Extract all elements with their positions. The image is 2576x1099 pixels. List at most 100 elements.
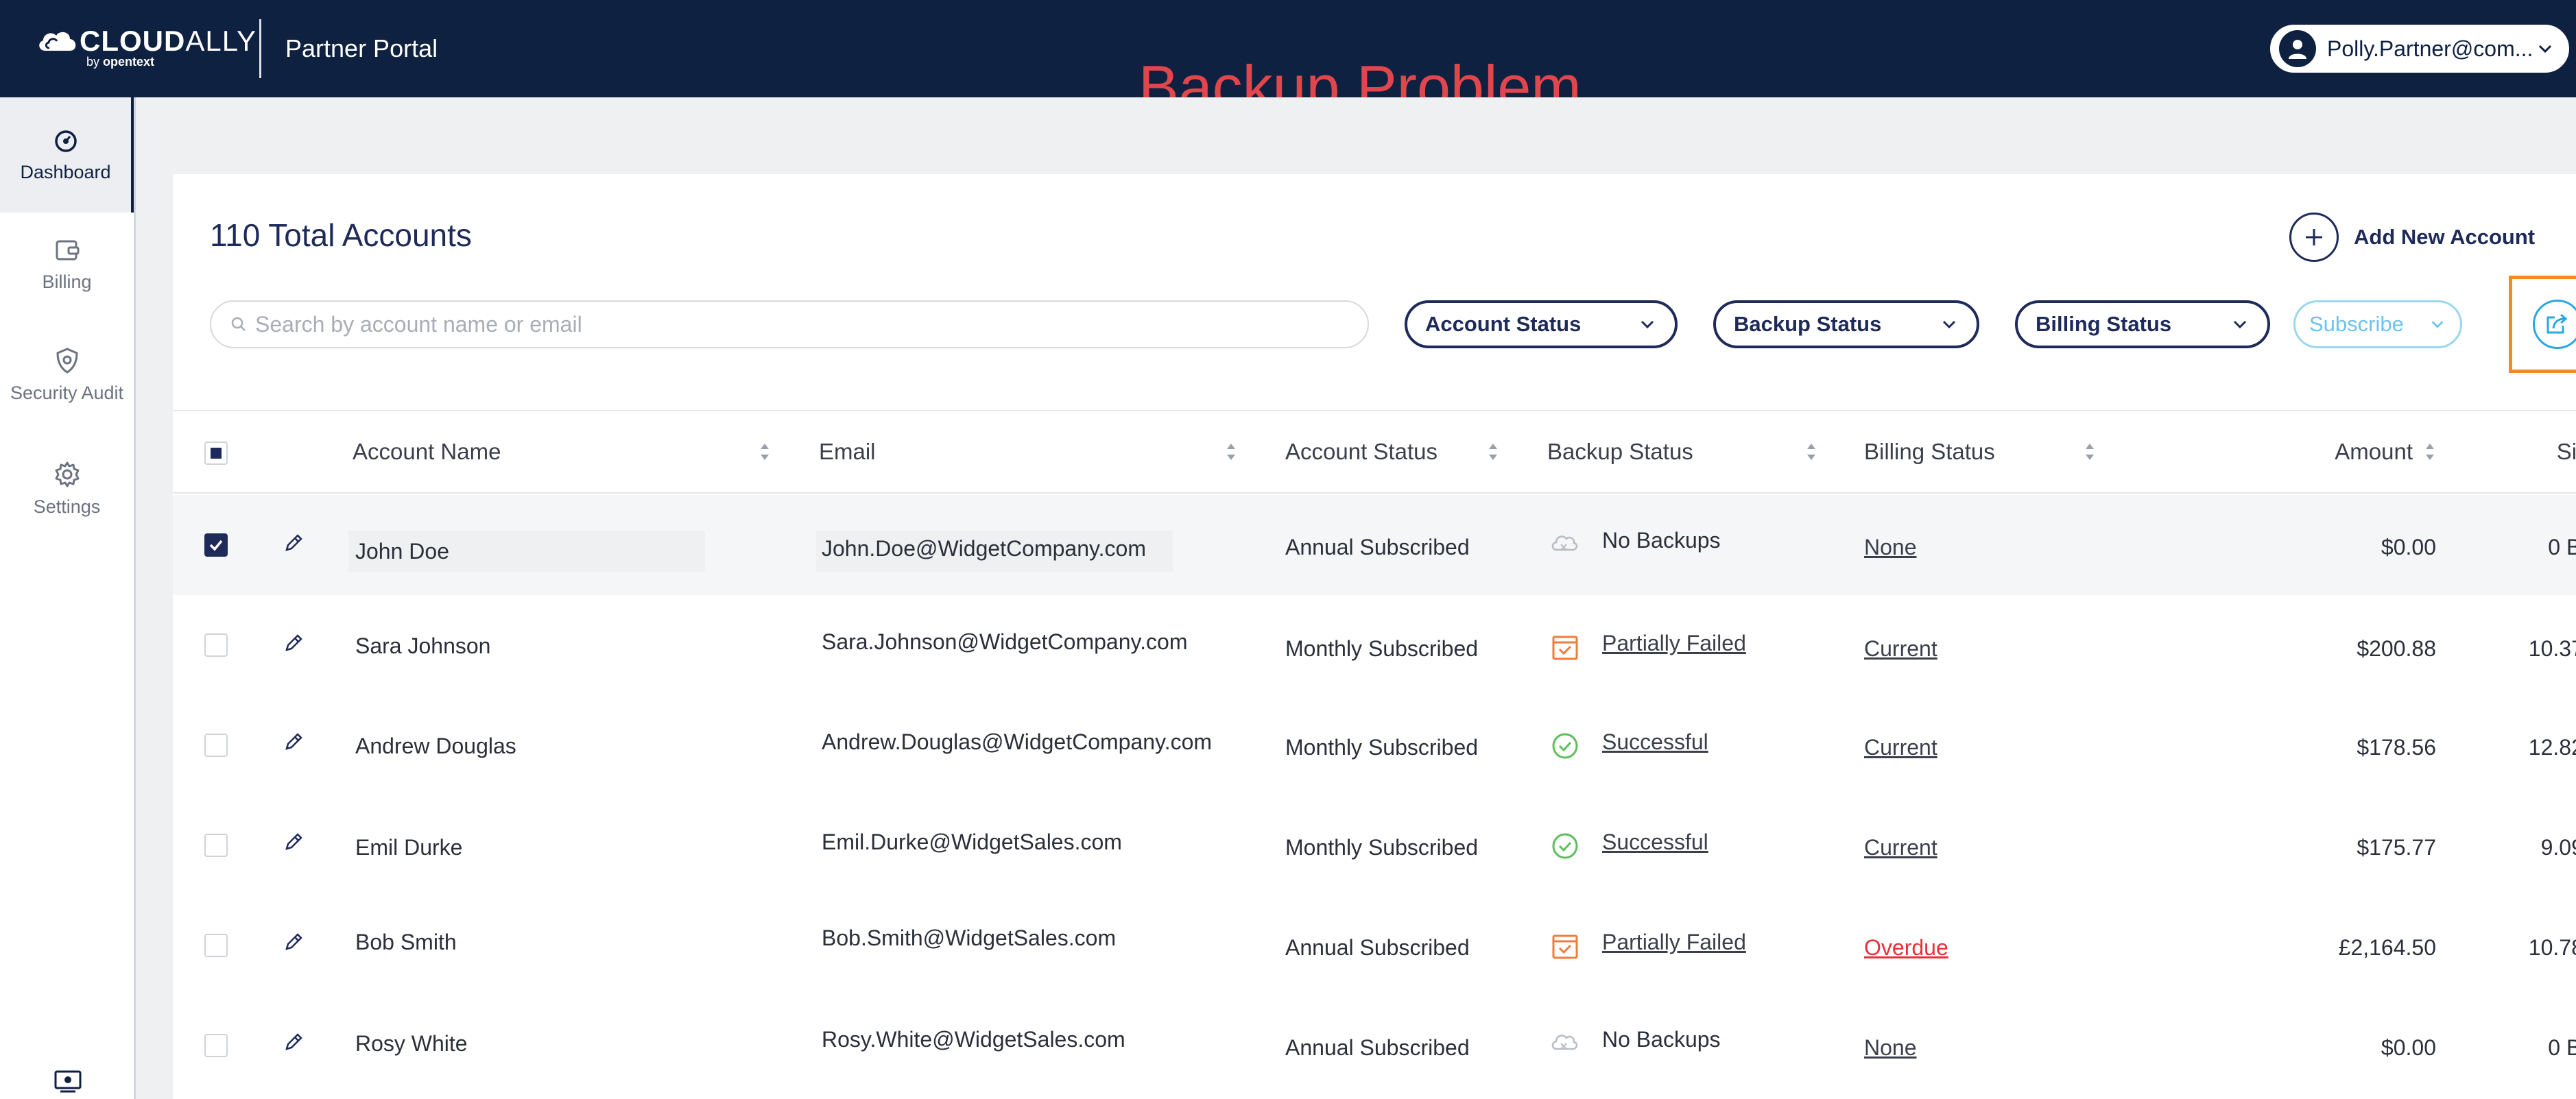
email-cell: Emil.Durke@WidgetSales.com xyxy=(822,830,1122,854)
size-cell: 9.09 GB xyxy=(2540,835,2576,860)
export-highlight xyxy=(2509,276,2576,373)
column-header-billing-status[interactable]: Billing Status xyxy=(1864,439,2096,465)
user-email: Polly.Partner@com... xyxy=(2327,36,2531,61)
amount-cell: $0.00 xyxy=(2381,1035,2436,1060)
column-header-amount[interactable]: Amount xyxy=(2230,439,2436,465)
email-cell: Rosy.White@WidgetSales.com xyxy=(822,1027,1125,1052)
account-name-cell: Rosy White xyxy=(355,1031,468,1056)
filter-label: Billing Status xyxy=(2036,312,2172,336)
table-row[interactable]: Emil Durke Emil.Durke@WidgetSales.com Mo… xyxy=(173,795,2576,895)
sidebar-item-settings[interactable]: Settings xyxy=(0,459,134,518)
account-name-cell: John Doe xyxy=(355,539,449,564)
table-row[interactable]: John Doe John.Doe@WidgetCompany.com Annu… xyxy=(173,495,2576,595)
column-header-account-name[interactable]: Account Name xyxy=(353,439,771,465)
account-status-cell: Monthly Subscribed xyxy=(1285,735,1479,760)
monitor-icon[interactable] xyxy=(53,1070,82,1093)
row-checkbox[interactable] xyxy=(204,834,228,857)
row-checkbox[interactable] xyxy=(204,633,228,657)
row-checkbox[interactable] xyxy=(204,934,228,957)
edit-pencil-icon[interactable] xyxy=(281,830,306,854)
sidebar-item-label: Billing xyxy=(42,271,92,292)
check-circle-icon xyxy=(1552,733,1578,759)
column-label: Account Status xyxy=(1285,439,1438,464)
sidebar-item-billing[interactable]: Billing xyxy=(0,234,134,293)
wallet-icon xyxy=(56,240,79,261)
column-header-size[interactable]: Size xyxy=(2416,439,2576,465)
column-label: Billing Status xyxy=(1864,439,1995,464)
edit-pencil-icon[interactable] xyxy=(281,1030,306,1054)
size-cell: 0 Bytes xyxy=(2548,1035,2576,1060)
table-row[interactable]: Andrew Douglas Andrew.Douglas@WidgetComp… xyxy=(173,695,2576,795)
chevron-down-icon xyxy=(2233,320,2247,329)
user-menu[interactable]: Polly.Partner@com... xyxy=(2270,25,2569,73)
gear-icon xyxy=(55,461,79,487)
edit-pencil-icon[interactable] xyxy=(281,930,306,954)
total-accounts: 110 Total Accounts xyxy=(210,217,472,253)
sidebar-item-dashboard[interactable]: Dashboard xyxy=(0,97,134,213)
search-input[interactable] xyxy=(255,311,1325,337)
cloudally-logo[interactable]: CLOUD ALLY by opentext xyxy=(36,25,257,69)
table-row[interactable]: Sara Johnson Sara.Johnson@WidgetCompany.… xyxy=(173,595,2576,695)
accounts-panel: 110 Total Accounts Add New Account Accou… xyxy=(173,174,2576,1099)
column-label: Amount xyxy=(2335,439,2413,464)
select-all-checkbox[interactable] xyxy=(204,442,228,465)
column-header-backup-status[interactable]: Backup Status xyxy=(1547,439,1817,465)
billing-status-filter[interactable]: Billing Status xyxy=(2015,300,2270,348)
column-label: Account Name xyxy=(353,439,501,464)
chevron-down-icon xyxy=(1641,320,1654,329)
billing-status-link[interactable]: Current xyxy=(1864,835,1937,860)
backup-status-filter[interactable]: Backup Status xyxy=(1713,300,1979,348)
backup-status-link[interactable]: Partially Failed xyxy=(1602,631,1746,656)
edit-pencil-icon[interactable] xyxy=(281,729,306,754)
page-heading: Backup Problem xyxy=(1138,56,1582,97)
cloud-logo-icon xyxy=(39,32,76,51)
export-button[interactable] xyxy=(2533,300,2576,349)
calendar-warning-icon xyxy=(1552,636,1578,660)
email-cell: John.Doe@WidgetCompany.com xyxy=(822,536,1146,561)
backup-status-link[interactable]: Successful xyxy=(1602,729,1708,755)
billing-status-link[interactable]: None xyxy=(1864,1035,1917,1061)
row-checkbox[interactable] xyxy=(204,533,228,557)
billing-status-link[interactable]: Overdue xyxy=(1864,935,1948,961)
billing-status-link[interactable]: Current xyxy=(1864,735,1937,760)
account-name-cell: Bob Smith xyxy=(355,930,457,954)
edit-pencil-icon[interactable] xyxy=(281,531,306,555)
logo-text-bold: CLOUD xyxy=(80,25,186,57)
account-status-cell: Monthly Subscribed xyxy=(1285,636,1479,661)
size-cell: 0 Bytes xyxy=(2548,535,2576,559)
cloud-icon xyxy=(1551,1035,1578,1050)
add-new-account-button[interactable]: Add New Account xyxy=(2289,213,2535,262)
account-status-filter[interactable]: Account Status xyxy=(1405,300,1678,348)
search-icon xyxy=(231,317,246,331)
email-cell: Andrew.Douglas@WidgetCompany.com xyxy=(822,729,1213,754)
backup-status-link[interactable]: Successful xyxy=(1602,830,1708,855)
account-status-cell: Annual Subscribed xyxy=(1285,935,1470,960)
account-status-cell: Annual Subscribed xyxy=(1285,1035,1470,1060)
portal-title: Partner Portal xyxy=(285,34,438,62)
edit-pencil-icon[interactable] xyxy=(281,631,306,655)
table-row[interactable]: Bob Smith Bob.Smith@WidgetSales.com Annu… xyxy=(173,895,2576,995)
row-checkbox[interactable] xyxy=(204,1034,228,1057)
sidebar-item-security-audit[interactable]: Security Audit xyxy=(0,346,134,404)
search-box[interactable] xyxy=(210,300,1369,348)
sidebar: Dashboard Billing Security Audit Setting… xyxy=(0,97,136,1099)
billing-status-link[interactable]: None xyxy=(1864,535,1917,560)
account-name-cell: Andrew Douglas xyxy=(355,734,516,758)
sort-icon xyxy=(1807,444,1815,460)
amount-cell: $175.77 xyxy=(2357,835,2436,860)
size-cell: 10.37 GB xyxy=(2528,636,2576,661)
email-cell: Bob.Smith@WidgetSales.com xyxy=(822,926,1117,950)
table-row[interactable]: Rosy White Rosy.White@WidgetSales.com An… xyxy=(173,995,2576,1096)
chevron-down-icon xyxy=(2431,321,2444,328)
column-label: Backup Status xyxy=(1547,439,1693,464)
subscribe-filter[interactable]: Subscribe xyxy=(2293,300,2462,348)
export-icon xyxy=(2547,313,2568,334)
amount-cell: $200.88 xyxy=(2357,636,2436,661)
column-header-email[interactable]: Email xyxy=(819,439,1237,465)
row-checkbox[interactable] xyxy=(204,734,228,757)
billing-status-link[interactable]: Current xyxy=(1864,636,1937,662)
backup-status-link[interactable]: Partially Failed xyxy=(1602,930,1746,955)
backup-status-cell: No Backups xyxy=(1602,528,1721,553)
column-header-account-status[interactable]: Account Status xyxy=(1285,439,1499,465)
backup-status-cell: No Backups xyxy=(1602,1027,1721,1052)
